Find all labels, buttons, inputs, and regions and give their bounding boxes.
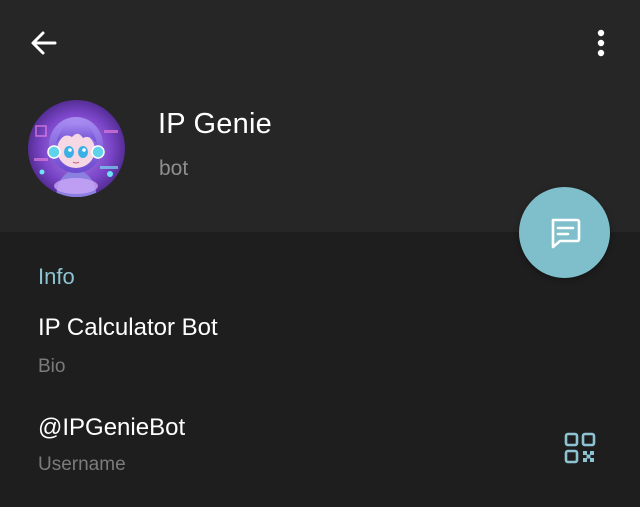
message-icon: [551, 218, 580, 248]
qr-code-button[interactable]: [560, 428, 600, 468]
qr-code-icon: [564, 432, 596, 464]
arrow-left-icon: [31, 31, 57, 55]
avatar[interactable]: [28, 100, 125, 197]
username-row[interactable]: @IPGenieBot Username: [0, 406, 640, 482]
profile-screen: IP Genie bot Info IP Calculator Bot Bio …: [0, 0, 640, 507]
more-options-button[interactable]: [584, 22, 618, 64]
bio-value: IP Calculator Bot: [38, 314, 218, 341]
bot-avatar-image: [28, 100, 125, 197]
send-message-button[interactable]: [519, 187, 610, 278]
bio-row[interactable]: IP Calculator Bot Bio: [0, 306, 640, 382]
bio-label: Bio: [38, 356, 66, 377]
profile-status: bot: [159, 157, 189, 180]
username-value: @IPGenieBot: [38, 414, 186, 441]
username-label: Username: [38, 454, 126, 475]
info-section-title: Info: [38, 264, 75, 289]
profile-name: IP Genie: [158, 108, 272, 140]
back-button[interactable]: [20, 22, 68, 64]
more-vertical-icon: [597, 29, 605, 57]
